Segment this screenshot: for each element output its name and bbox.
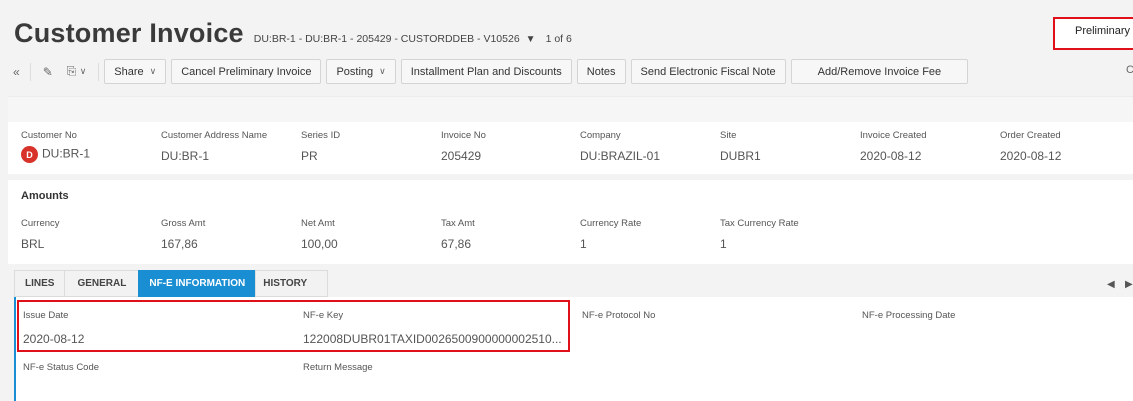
net-amt-label: Net Amt	[301, 218, 335, 229]
gross-amt-field: Gross Amt 167,86	[161, 218, 205, 251]
cancel-preliminary-invoice-button[interactable]: Cancel Preliminary Invoice	[171, 59, 322, 84]
installment-plan-button[interactable]: Installment Plan and Discounts	[400, 59, 572, 84]
nfe-status-code-field: NF-e Status Code	[23, 357, 99, 384]
order-created-value: 2020-08-12	[1000, 149, 1062, 163]
company-value: DU:BRAZIL-01	[580, 149, 661, 163]
net-amt-value: 100,00	[301, 237, 338, 251]
page-header: Customer Invoice DU:BR-1 - DU:BR-1 - 205…	[0, 0, 1133, 96]
send-efn-label: Send Electronic Fiscal Note	[640, 65, 776, 78]
tab-lines-label: LINES	[25, 278, 55, 289]
invoice-created-label: Invoice Created	[860, 130, 927, 141]
avatar: D	[21, 146, 38, 163]
record-pager: 1 of 6	[545, 33, 572, 45]
currency-rate-value: 1	[580, 237, 587, 251]
order-created-label: Order Created	[1000, 130, 1061, 141]
invoice-no-label: Invoice No	[441, 130, 486, 141]
toolbar: « ✎ ⎘ ∨ Share ∨ Cancel Preliminary Invoic…	[8, 59, 973, 84]
attachment-dropdown-icon[interactable]: ⎘ ∨	[60, 59, 94, 84]
status-badge: Preliminary	[1075, 25, 1131, 37]
return-message-label: Return Message	[303, 362, 373, 373]
tab-nfe-information[interactable]: NF-E INFORMATION	[138, 270, 257, 297]
amounts-title: Amounts	[21, 190, 69, 202]
nfe-processing-date-label: NF-e Processing Date	[862, 310, 956, 321]
company-field: Company DU:BRAZIL-01	[580, 130, 660, 163]
currency-rate-field: Currency Rate 1	[580, 218, 641, 251]
customer-no-value[interactable]: DU:BR-1	[42, 147, 90, 161]
customer-no-field: Customer No D DU:BR-1	[21, 130, 90, 163]
invoice-created-field: Invoice Created 2020-08-12	[860, 130, 927, 163]
collapse-icon[interactable]: «	[8, 65, 25, 79]
gross-amt-value: 167,86	[161, 237, 198, 251]
issue-date-nfe-key-highlight	[17, 300, 570, 352]
tax-amt-value: 67,86	[441, 237, 472, 251]
nfe-protocol-no-field: NF-e Protocol No	[582, 305, 655, 332]
empty-header-band	[8, 96, 1133, 122]
currency-label: Currency	[21, 218, 60, 229]
customer-no-value-wrap: D DU:BR-1	[21, 146, 90, 163]
page-title: Customer Invoice	[14, 18, 244, 48]
title-row: Customer Invoice DU:BR-1 - DU:BR-1 - 205…	[14, 18, 572, 49]
currency-rate-label: Currency Rate	[580, 218, 642, 229]
tax-currency-rate-field: Tax Currency Rate 1	[720, 218, 799, 251]
invoice-no-value: 205429	[441, 149, 482, 163]
toolbar-divider	[98, 62, 100, 81]
gross-amt-label: Gross Amt	[161, 218, 206, 229]
tab-nfe-information-label: NF-E INFORMATION	[149, 278, 246, 289]
caret-down-icon[interactable]: ▼	[526, 34, 536, 45]
amounts-panel: Amounts Currency BRL Gross Amt 167,86 Ne…	[8, 180, 1133, 264]
site-label: Site	[720, 130, 737, 141]
tab-lines[interactable]: LINES	[14, 270, 66, 297]
share-label: Share	[114, 65, 144, 78]
site-value: DUBR1	[720, 149, 761, 163]
tax-currency-rate-value: 1	[720, 237, 727, 251]
send-electronic-fiscal-note-button[interactable]: Send Electronic Fiscal Note	[630, 59, 786, 84]
return-message-field: Return Message	[303, 357, 373, 384]
customer-address-name-label: Customer Address Name	[161, 130, 268, 141]
add-remove-invoice-fee-button[interactable]: Add/Remove Invoice Fee	[790, 59, 969, 84]
chevron-down-icon: ∨	[149, 66, 157, 76]
series-id-label: Series ID	[301, 130, 341, 141]
more-icon[interactable]: C	[1126, 64, 1133, 76]
edit-icon[interactable]: ✎	[36, 59, 60, 84]
site-field: Site DUBR1	[720, 130, 761, 163]
series-id-value: PR	[301, 149, 318, 163]
company-label: Company	[580, 130, 621, 141]
posting-button[interactable]: Posting ∨	[326, 59, 396, 84]
toolbar-divider	[29, 62, 31, 81]
tab-general-label: GENERAL	[77, 278, 127, 289]
tax-amt-field: Tax Amt 67,86	[441, 218, 475, 251]
posting-label: Posting	[336, 65, 374, 78]
share-button[interactable]: Share ∨	[104, 59, 167, 84]
tab-bar: LINES GENERAL NF-E INFORMATION HISTORY	[14, 270, 329, 297]
currency-field: Currency BRL	[21, 218, 60, 251]
currency-value: BRL	[21, 237, 45, 251]
nfe-processing-date-field: NF-e Processing Date	[862, 305, 955, 332]
nfe-status-code-label: NF-e Status Code	[23, 362, 100, 373]
notes-button[interactable]: Notes	[576, 59, 626, 84]
invoice-header-panel: Customer No D DU:BR-1 Customer Address Na…	[8, 122, 1133, 174]
record-selector[interactable]: DU:BR-1 - DU:BR-1 - 205429 - CUSTORDDEB …	[254, 33, 520, 45]
customer-no-label: Customer No	[21, 130, 77, 141]
tax-currency-rate-label: Tax Currency Rate	[720, 218, 799, 229]
tab-history-label: HISTORY	[263, 278, 308, 289]
invoice-no-field: Invoice No 205429	[441, 130, 486, 163]
cancel-preliminary-label: Cancel Preliminary Invoice	[181, 65, 312, 78]
customer-address-name-value: DU:BR-1	[161, 149, 210, 163]
notes-label: Notes	[586, 65, 616, 78]
installment-label: Installment Plan and Discounts	[410, 65, 562, 78]
series-id-field: Series ID PR	[301, 130, 340, 163]
add-remove-fee-label: Add/Remove Invoice Fee	[817, 65, 942, 78]
tab-history[interactable]: HISTORY	[255, 270, 329, 297]
chevron-down-icon: ∨	[379, 66, 386, 76]
tax-amt-label: Tax Amt	[441, 218, 475, 229]
customer-address-name-field: Customer Address Name DU:BR-1	[161, 130, 267, 163]
status-badge-highlight: Preliminary	[1053, 17, 1133, 50]
tab-scroll-left-icon[interactable]: ◀	[1107, 279, 1115, 290]
invoice-created-value: 2020-08-12	[860, 149, 922, 163]
net-amt-field: Net Amt 100,00	[301, 218, 338, 251]
tab-general[interactable]: GENERAL	[64, 270, 140, 297]
order-created-field: Order Created 2020-08-12	[1000, 130, 1061, 163]
nfe-protocol-no-label: NF-e Protocol No	[582, 310, 656, 321]
tab-scroll-right-icon[interactable]: ▶	[1125, 279, 1133, 290]
